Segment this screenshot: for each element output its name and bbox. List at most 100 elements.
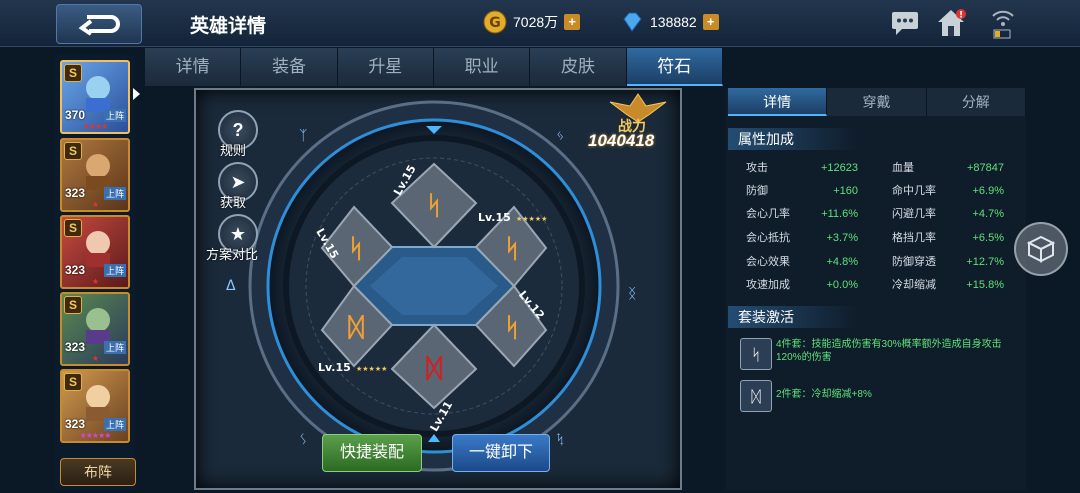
quick-equip-button[interactable]: 快捷装配 — [322, 434, 422, 472]
glyph-icon: ᛃ — [556, 128, 564, 144]
hero-stars: ★★★★ — [82, 122, 109, 131]
hero-level: 323 — [65, 340, 86, 354]
hero-portrait — [86, 308, 110, 344]
tab-star-up[interactable]: 升星 — [337, 48, 434, 86]
tab-skins[interactable]: 皮肤 — [530, 48, 627, 86]
rune-set-icon: ᛞ — [740, 380, 772, 412]
hero-card[interactable]: S 323 上阵 ★ — [60, 215, 130, 289]
attr-section-title: 属性加成 — [728, 128, 858, 150]
tab-class[interactable]: 职业 — [433, 48, 531, 86]
stat-row: 会心几率 +11.6% 闪避几率 +4.7% — [740, 204, 1012, 224]
hero-list: S 370 上阵 ★★★★ S 323 上阵 ★ S 323 上阵 ★ S 32… — [55, 55, 135, 490]
hero-deployed-tag: 上阵 — [103, 264, 126, 277]
hero-card[interactable]: S 323 上阵 ★ — [60, 292, 130, 366]
power-value: 1040418 — [588, 131, 655, 150]
tab-rune-wear[interactable]: 穿戴 — [827, 88, 927, 116]
glyph-icon: ᛊ — [299, 432, 307, 448]
obtain-label: 获取 — [220, 195, 247, 210]
stat-label: 会心抵抗 — [746, 232, 790, 244]
chat-button[interactable] — [888, 6, 922, 40]
stat-value: +6.5% — [972, 232, 1005, 244]
stat-label: 命中几率 — [892, 185, 936, 197]
cube-icon — [1026, 235, 1056, 263]
svg-text:!: ! — [959, 11, 963, 21]
stat-value: +11.6% — [821, 208, 858, 220]
svg-text:ᛞ: ᛞ — [426, 354, 442, 384]
stat-label: 冷却缩减 — [892, 279, 936, 291]
home-icon: ! — [938, 9, 966, 36]
gold-coin-icon: G — [483, 10, 507, 34]
hero-card[interactable]: S 323 上阵 ★ — [60, 138, 130, 212]
question-icon: ? — [232, 119, 244, 140]
gem-amount: 138882 — [650, 14, 697, 30]
rune-glyph-icon: ᛋ — [751, 345, 761, 364]
svg-text:ᛋ: ᛋ — [751, 345, 761, 364]
stat-label: 闪避几率 — [892, 208, 936, 220]
add-gold-button[interactable]: + — [564, 14, 581, 30]
chat-icon — [892, 12, 918, 35]
network-status — [986, 6, 1020, 40]
back-button[interactable] — [56, 4, 142, 44]
hero-deployed-tag: 上阵 — [103, 109, 126, 122]
stat-value: +12623 — [820, 162, 858, 174]
stat-label: 攻速加成 — [746, 279, 790, 291]
gold-amount: 7028万 — [513, 14, 559, 30]
hero-card[interactable]: S 323 上阵 ★★★★★ — [60, 369, 130, 443]
svg-text:★★★★★: ★★★★★ — [516, 215, 547, 223]
hero-portrait — [86, 76, 110, 112]
tab-equipment[interactable]: 装备 — [241, 48, 338, 86]
compare-label: 方案对比 — [206, 247, 259, 262]
set-bonus-text: 2件套：冷却缩减+8% — [776, 389, 872, 400]
tab-rune-details[interactable]: 详情 — [728, 88, 828, 116]
svg-text:ᛋ: ᛋ — [426, 191, 442, 221]
stat-row: 会心抵抗 +3.7% 格挡几率 +6.5% — [740, 228, 1012, 248]
hero-deployed-tag: 上阵 — [103, 187, 126, 200]
svg-text:★★★★★: ★★★★★ — [356, 365, 387, 373]
unequip-all-button[interactable]: 一键卸下 — [452, 434, 550, 472]
hero-card[interactable]: S 370 上阵 ★★★★ — [60, 60, 130, 134]
back-arrow-icon — [78, 15, 120, 36]
stat-value: +4.8% — [826, 256, 859, 268]
stat-row: 防御 +160 命中几率 +6.9% — [740, 181, 1012, 201]
stat-value: +0.0% — [826, 279, 859, 291]
hero-stars: ★ — [91, 354, 99, 363]
svg-text:ᛋ: ᛋ — [504, 234, 520, 264]
svg-text:ᛞ: ᛞ — [348, 313, 364, 343]
tab-rune-decompose[interactable]: 分解 — [926, 88, 1026, 116]
hero-portrait — [86, 385, 110, 421]
stat-value: +160 — [833, 185, 858, 197]
glyph-icon: ᛉ — [299, 128, 307, 144]
stat-value: +87847 — [966, 162, 1004, 174]
svg-text:ᛋ: ᛋ — [504, 313, 520, 343]
floating-menu-button[interactable] — [1014, 222, 1068, 276]
rune-glyph-icon: ᛞ — [751, 387, 761, 406]
stat-value: +3.7% — [826, 232, 859, 244]
stat-value: +15.8% — [966, 279, 1004, 291]
hero-stars: ★ — [91, 200, 99, 209]
stat-label: 血量 — [892, 162, 914, 174]
stat-row: 攻速加成 +0.0% 冷却缩减 +15.8% — [740, 275, 1012, 295]
stat-label: 防御穿透 — [892, 256, 936, 268]
formation-button[interactable]: 布阵 — [60, 458, 136, 486]
rune-detail-tabs: 详情 穿戴 分解 — [728, 88, 1026, 116]
tab-runes[interactable]: 符石 — [626, 48, 723, 86]
stat-label: 会心几率 — [746, 208, 790, 220]
glyph-icon: ᛪ — [556, 432, 564, 448]
rune-set-icon: ᛋ — [740, 338, 772, 370]
svg-text:G: G — [489, 15, 501, 31]
home-button[interactable]: ! — [934, 6, 968, 40]
stat-label: 攻击 — [746, 162, 768, 174]
diamond-icon — [623, 12, 642, 32]
add-gems-button[interactable]: + — [702, 14, 719, 30]
tab-details[interactable]: 详情 — [145, 48, 242, 86]
cursor-arrow-icon: ➤ — [230, 171, 246, 192]
star-compare-icon: ★ — [229, 223, 247, 244]
stat-label: 格挡几率 — [892, 232, 936, 244]
hero-level: 323 — [65, 417, 86, 431]
svg-text:ᛞ: ᛞ — [751, 387, 761, 406]
set-bonus-row: ᛋ 4件套：技能造成伤害有30%概率额外造成自身攻击120%的伤害 — [738, 336, 1018, 372]
hero-stars: ★ — [91, 277, 99, 286]
stat-row: 攻击 +12623 血量 +87847 — [740, 158, 1012, 178]
rules-label: 规则 — [220, 143, 247, 158]
hero-stars: ★★★★★ — [79, 431, 112, 440]
